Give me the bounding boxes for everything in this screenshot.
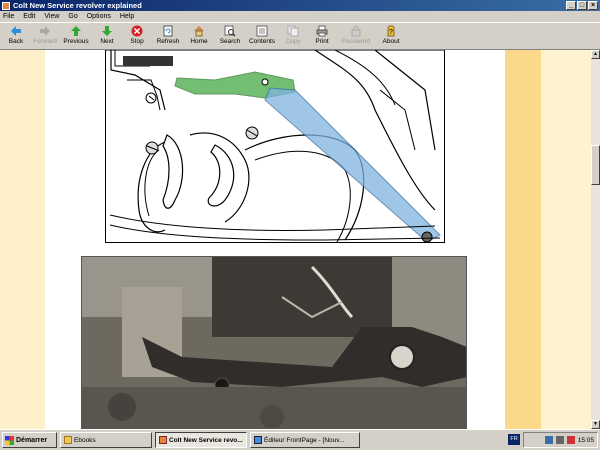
- task-label: Ebooks: [74, 436, 96, 444]
- copy-label: Copy: [285, 38, 301, 45]
- home-icon: [193, 25, 205, 37]
- menu-view[interactable]: View: [44, 13, 59, 20]
- window-title: Colt New Service revolver explained: [13, 1, 142, 10]
- contents-icon: [256, 25, 268, 37]
- toolbar: Back Forward Previous Next Stop Refresh …: [0, 22, 600, 50]
- volume-icon[interactable]: [555, 436, 564, 444]
- refresh-icon: [162, 25, 174, 37]
- about-icon: ?: [385, 25, 397, 37]
- refresh-button[interactable]: Refresh: [152, 23, 184, 49]
- back-button[interactable]: Back: [2, 23, 30, 49]
- contents-label: Contents: [248, 38, 276, 45]
- title-bar: Colt New Service revolver explained _ □ …: [0, 0, 600, 11]
- home-button[interactable]: Home: [184, 23, 214, 49]
- search-button[interactable]: Search: [214, 23, 246, 49]
- scroll-up-arrow[interactable]: ▲: [591, 50, 600, 59]
- print-button[interactable]: Print: [308, 23, 336, 49]
- password-label: Password: [341, 38, 371, 45]
- previous-label: Previous: [63, 38, 89, 45]
- task-colt-viewer[interactable]: Colt New Service revo...: [155, 432, 247, 448]
- stop-icon: [131, 25, 143, 37]
- forward-button[interactable]: Forward: [30, 23, 60, 49]
- about-label: About: [382, 38, 400, 45]
- previous-button[interactable]: Previous: [60, 23, 92, 49]
- back-arrow-icon: [10, 25, 22, 37]
- document-view[interactable]: [0, 50, 591, 429]
- copy-icon: [287, 25, 299, 37]
- clock[interactable]: 15:05: [578, 437, 594, 444]
- menu-bar: File Edit View Go Options Help: [0, 11, 600, 22]
- back-label: Back: [8, 38, 24, 45]
- scroll-thumb[interactable]: [591, 145, 600, 185]
- svg-text:?: ?: [389, 29, 393, 36]
- menu-options[interactable]: Options: [87, 13, 111, 20]
- task-label: Éditeur FrontPage - [Nouv...: [264, 436, 345, 444]
- frontpage-icon: [254, 436, 262, 444]
- windows-logo-icon: [5, 435, 14, 445]
- next-label: Next: [100, 38, 114, 45]
- maximize-button[interactable]: □: [577, 1, 587, 10]
- page-body: [45, 50, 505, 429]
- taskbar: Démarrer Ebooks Colt New Service revo...…: [0, 429, 600, 450]
- scroll-down-arrow[interactable]: ▼: [591, 420, 600, 429]
- about-button[interactable]: ? About: [376, 23, 406, 49]
- next-button[interactable]: Next: [92, 23, 122, 49]
- search-label: Search: [219, 38, 241, 45]
- left-margin-band: [0, 50, 45, 429]
- previous-arrow-icon: [70, 25, 82, 37]
- print-icon: [316, 25, 328, 37]
- refresh-label: Refresh: [156, 38, 180, 45]
- password-icon: [350, 25, 362, 37]
- stop-button[interactable]: Stop: [122, 23, 152, 49]
- task-ebooks[interactable]: Ebooks: [60, 432, 152, 448]
- network-icon[interactable]: [544, 436, 553, 444]
- copy-button[interactable]: Copy: [278, 23, 308, 49]
- home-label: Home: [190, 38, 208, 45]
- revolver-mechanism-drawing: [105, 50, 445, 243]
- forward-arrow-icon: [39, 25, 51, 37]
- language-indicator[interactable]: FR: [508, 434, 520, 445]
- minimize-button[interactable]: _: [566, 1, 576, 10]
- menu-go[interactable]: Go: [68, 13, 77, 20]
- revolver-mechanism-photo: [81, 256, 467, 429]
- close-button[interactable]: ×: [588, 1, 598, 10]
- right-margin-band: [505, 50, 541, 429]
- antivirus-icon[interactable]: [566, 436, 575, 444]
- password-button[interactable]: Password: [336, 23, 376, 49]
- start-label: Démarrer: [16, 436, 48, 444]
- task-label: Colt New Service revo...: [169, 436, 243, 444]
- right-margin-fill: [541, 50, 591, 429]
- book-icon: [159, 436, 167, 444]
- next-arrow-icon: [101, 25, 113, 37]
- stop-label: Stop: [130, 38, 144, 45]
- system-tray: 15:05: [523, 432, 598, 448]
- folder-icon: [64, 436, 72, 444]
- app-icon: [2, 1, 10, 10]
- contents-button[interactable]: Contents: [246, 23, 278, 49]
- start-button[interactable]: Démarrer: [2, 432, 57, 448]
- print-label: Print: [315, 38, 329, 45]
- search-icon: [224, 25, 236, 37]
- menu-help[interactable]: Help: [120, 13, 134, 20]
- menu-file[interactable]: File: [3, 13, 14, 20]
- vertical-scrollbar[interactable]: ▲ ▼: [591, 50, 600, 429]
- forward-label: Forward: [33, 38, 57, 45]
- task-frontpage[interactable]: Éditeur FrontPage - [Nouv...: [250, 432, 360, 448]
- menu-edit[interactable]: Edit: [23, 13, 35, 20]
